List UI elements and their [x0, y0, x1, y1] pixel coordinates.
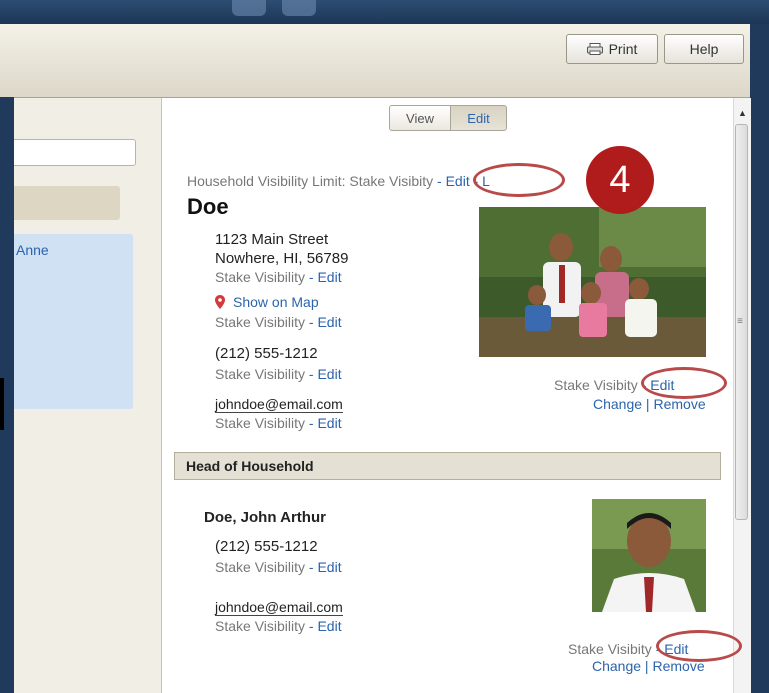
email-visibility: Stake Visibility - Edit: [215, 415, 342, 431]
photo-visibility-label: Stake Visibi: [554, 377, 627, 393]
printer-icon: [586, 43, 603, 55]
head-email[interactable]: johndoe@email.com: [215, 599, 343, 616]
head-of-household-header: Head of Household: [174, 452, 721, 480]
visibility-label: Stake Visibility: [215, 559, 306, 575]
head-phone: (212) 555-1212: [215, 538, 318, 555]
household-visibility-edit-link[interactable]: - Edit: [437, 173, 470, 189]
visibility-label: Stake Visibility: [215, 314, 306, 330]
tab-edit[interactable]: Edit: [450, 105, 507, 131]
head-email-visibility: Stake Visibility - Edit: [215, 618, 342, 634]
family-name: Doe: [187, 194, 229, 219]
show-on-map-link[interactable]: Show on Map: [215, 294, 319, 310]
address-line-1: 1123 Main Street: [215, 231, 329, 248]
window-frame-edge: [750, 24, 769, 693]
list-item[interactable]: Anne: [16, 242, 49, 258]
show-on-map-label: Show on Map: [233, 294, 319, 310]
visibility-label: Stake Visibility: [215, 618, 306, 634]
print-button[interactable]: Print: [566, 34, 658, 64]
household-phone: (212) 555-1212: [215, 345, 318, 362]
phone-visibility: Stake Visibility - Edit: [215, 366, 342, 382]
member-list: Anne: [14, 234, 133, 409]
address-line-2: Nowhere, HI, 56789: [215, 250, 349, 267]
household-visibility-limit: Household Visibility Limit: Stake Visibi…: [187, 173, 490, 189]
photo-visibility-label: Stake Visibi: [568, 641, 641, 657]
title-decoration: [232, 0, 266, 16]
help-button[interactable]: Help: [664, 34, 744, 64]
change-head-photo-link[interactable]: Change |: [592, 658, 649, 674]
visibility-label: Stake Visibility: [215, 366, 306, 382]
email-visibility-edit-link[interactable]: - Edit: [309, 415, 342, 431]
window-title-bar: [0, 0, 769, 24]
head-phone-visibility: Stake Visibility - Edit: [215, 559, 342, 575]
step-callout-badge: 4: [586, 146, 654, 214]
visibility-label: Stake Visibility: [215, 415, 306, 431]
left-section-header: [14, 186, 120, 220]
map-visibility: Stake Visibility - Edit: [215, 314, 342, 330]
title-decoration: [282, 0, 316, 16]
household-visibility-label: Household Visibility Limit: Stake Visibi: [187, 173, 423, 189]
scroll-grip-icon: ≡: [737, 316, 743, 327]
left-frame-notch: [0, 378, 4, 430]
scroll-up-arrow-icon[interactable]: ▲: [738, 108, 747, 118]
family-photo: [479, 207, 706, 357]
map-pin-icon: [215, 295, 225, 309]
head-of-household-photo: [592, 499, 706, 612]
phone-visibility-edit-link[interactable]: - Edit: [309, 366, 342, 382]
address-visibility: Stake Visibility - Edit: [215, 269, 342, 285]
head-email-visibility-edit-link[interactable]: - Edit: [309, 618, 342, 634]
search-input[interactable]: [14, 139, 136, 166]
household-email[interactable]: johndoe@email.com: [215, 396, 343, 413]
highlight-oval: [641, 367, 727, 399]
tab-view[interactable]: View: [389, 105, 451, 131]
address-visibility-edit-link[interactable]: - Edit: [309, 269, 342, 285]
photo-visibility-label-tail: ty: [640, 641, 652, 657]
change-photo-link[interactable]: Change |: [593, 396, 650, 412]
photo-visibility-label-tail: ty: [626, 377, 638, 393]
map-visibility-edit-link[interactable]: - Edit: [309, 314, 342, 330]
head-of-household-name: Doe, John Arthur: [204, 509, 326, 526]
print-label: Print: [608, 41, 638, 57]
highlight-oval: [656, 630, 742, 662]
highlight-oval: [473, 163, 565, 197]
toolbar: Print Help: [0, 24, 750, 98]
head-phone-visibility-edit-link[interactable]: - Edit: [309, 559, 342, 575]
visibility-label: Stake Visibility: [215, 269, 306, 285]
